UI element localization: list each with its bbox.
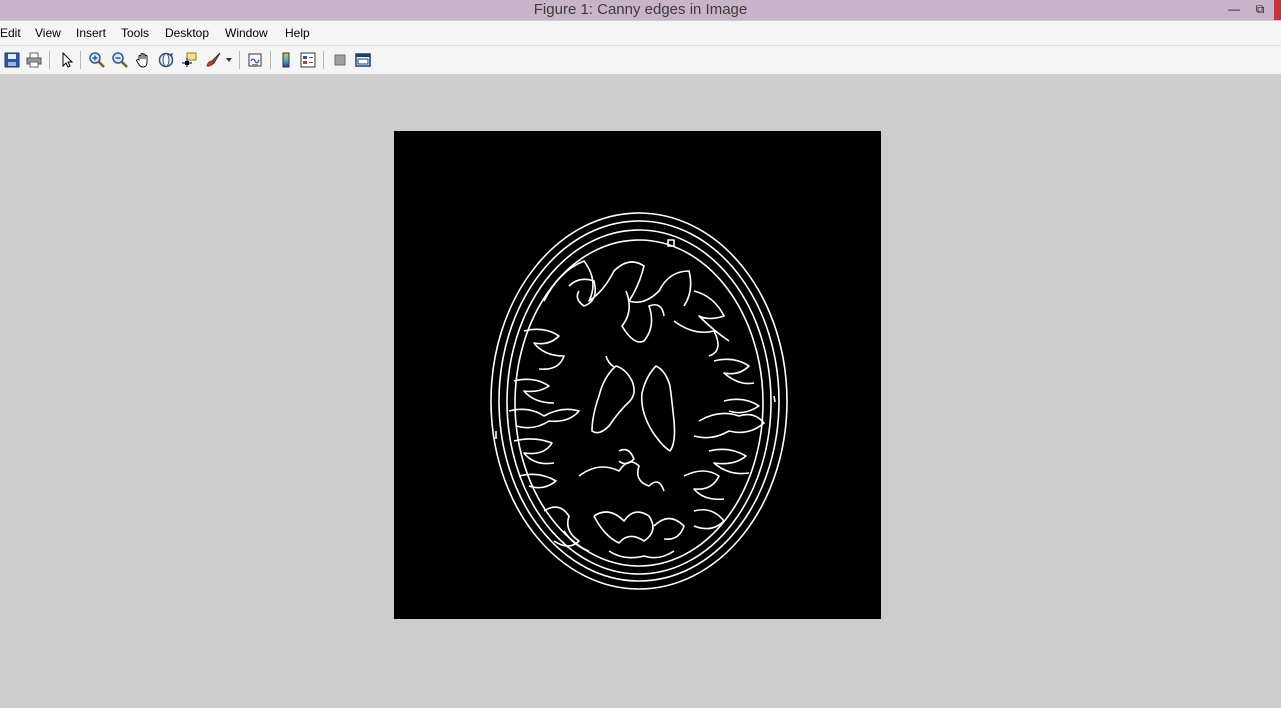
rotate-3d-icon [158,52,174,68]
colorbar-icon [282,52,290,68]
legend-icon [300,52,316,68]
toolbar-separator [323,51,324,69]
toolbar-separator [80,51,81,69]
insert-colorbar-button[interactable] [276,50,296,70]
menu-help[interactable]: Help [285,21,310,45]
toolbar-separator [49,51,50,69]
show-plot-tools-button[interactable] [353,50,373,70]
print-button[interactable] [24,50,44,70]
figure-toolbar [0,45,1281,75]
data-cursor-icon [182,52,197,67]
menu-window[interactable]: Window [225,21,268,45]
zoom-in-icon [89,52,105,68]
toolbar-separator [270,51,271,69]
right-ventricle [640,365,676,452]
brush-button[interactable] [203,50,223,70]
save-icon [4,52,20,68]
menu-desktop[interactable]: Desktop [165,21,209,45]
link-plot-icon [248,53,262,67]
brush-icon [206,52,221,67]
print-icon [26,52,42,68]
link-plot-button[interactable] [245,50,265,70]
zoom-out-icon [112,52,128,68]
brain-edge-map [490,212,788,590]
menu-view[interactable]: View [35,21,61,45]
canny-edge-image[interactable] [394,131,881,619]
rotate-3d-button[interactable] [156,50,176,70]
data-cursor-button[interactable] [179,50,199,70]
close-button[interactable] [1274,0,1281,20]
hide-plot-tools-icon [334,54,346,66]
skull-contour-outer [490,212,788,590]
menu-insert[interactable]: Insert [76,21,106,45]
hide-plot-tools-button[interactable] [330,50,350,70]
title-bar: Figure 1: Canny edges in Image — ⧉ [0,0,1281,20]
left-ventricle [591,365,635,434]
zoom-in-button[interactable] [87,50,107,70]
menu-bar: Edit View Insert Tools Desktop Window He… [0,21,1281,45]
save-button[interactable] [2,50,22,70]
restore-button[interactable]: ⧉ [1252,1,1268,17]
zoom-out-button[interactable] [110,50,130,70]
window-title: Figure 1: Canny edges in Image [533,1,748,18]
menu-edit[interactable]: Edit [0,21,21,45]
pan-button[interactable] [133,50,153,70]
menu-tools[interactable]: Tools [121,21,149,45]
brush-dropdown-button[interactable] [222,50,236,70]
pan-hand-icon [135,53,148,68]
edit-plot-button[interactable] [57,50,77,70]
edit-plot-arrow-icon [62,52,74,68]
chevron-down-icon [226,58,232,62]
toolbar-separator [239,51,240,69]
minimize-button[interactable]: — [1226,1,1242,17]
insert-legend-button[interactable] [298,50,318,70]
show-plot-tools-icon [355,53,371,67]
